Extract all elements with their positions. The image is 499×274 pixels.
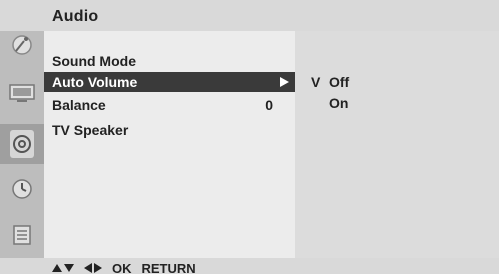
arrow-down-icon [64, 264, 74, 272]
menu-header: Audio [0, 0, 499, 31]
up-down-keys [52, 264, 74, 272]
menu-item-label: Sound Mode [52, 53, 136, 69]
menu-item-label: Balance [52, 97, 106, 113]
menu-item-value: 0 [265, 97, 273, 113]
arrow-right-icon [280, 77, 289, 87]
left-right-keys [84, 263, 102, 273]
submenu-option-on[interactable]: On [329, 95, 348, 111]
selected-check-mark: V [311, 74, 321, 90]
audio-menu-panel: Sound Mode Auto Volume Balance 0 TV Spea… [44, 31, 295, 258]
satellite-dish-icon[interactable] [8, 31, 36, 59]
arrow-left-icon [84, 263, 92, 273]
auto-volume-submenu: V Off On [295, 31, 499, 258]
submenu-option-off[interactable]: Off [329, 74, 349, 90]
menu-item-tv-speaker[interactable]: TV Speaker [44, 120, 295, 140]
arrow-right-icon [94, 263, 102, 273]
category-sidebar [0, 31, 44, 258]
menu-item-auto-volume[interactable]: Auto Volume [44, 72, 295, 92]
navigation-hint-bar: OK RETURN [0, 258, 499, 274]
return-key-label: RETURN [141, 260, 196, 274]
clock-time-icon[interactable] [8, 175, 36, 203]
menu-item-sound-mode[interactable]: Sound Mode [44, 51, 295, 71]
menu-item-balance[interactable]: Balance 0 [44, 95, 295, 115]
ok-key-label: OK [112, 260, 132, 274]
menu-item-label: TV Speaker [52, 122, 129, 138]
option-settings-icon[interactable] [8, 221, 36, 249]
menu-title: Audio [52, 8, 99, 25]
menu-item-label: Auto Volume [52, 74, 138, 90]
picture-monitor-icon[interactable] [8, 79, 36, 107]
arrow-up-icon [52, 264, 62, 272]
audio-speaker-icon[interactable] [0, 124, 44, 164]
tv-osd-screen: Audio Sound Mode Auto Volume Balance 0 T… [0, 0, 499, 274]
